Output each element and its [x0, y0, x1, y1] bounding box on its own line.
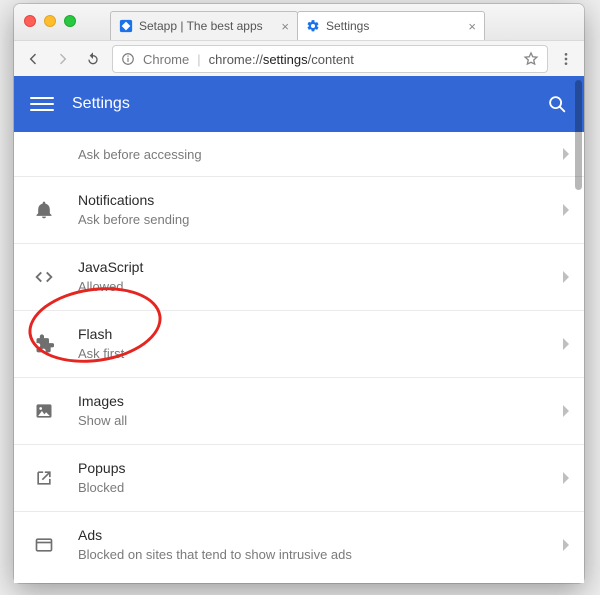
- open-in-new-icon: [32, 468, 56, 488]
- window-icon: [32, 535, 56, 555]
- tab-close-button[interactable]: ×: [468, 20, 476, 33]
- image-icon: [32, 401, 56, 421]
- menu-icon[interactable]: [30, 92, 54, 116]
- reload-button[interactable]: [82, 48, 104, 70]
- browser-menu-button[interactable]: [556, 51, 576, 67]
- window-minimize-button[interactable]: [44, 15, 56, 27]
- chevron-right-icon: [562, 472, 570, 484]
- row-subtitle: Ask before accessing: [78, 147, 202, 163]
- content-row-ads[interactable]: Ads Blocked on sites that tend to show i…: [14, 512, 584, 578]
- row-subtitle: Blocked on sites that tend to show intru…: [78, 547, 352, 563]
- row-title: JavaScript: [78, 259, 143, 277]
- chevron-right-icon: [562, 204, 570, 216]
- tab-title: Setapp | The best apps: [139, 19, 273, 33]
- traffic-lights: [24, 15, 76, 27]
- url-scheme-label: Chrome: [143, 52, 189, 67]
- site-info-icon[interactable]: [121, 52, 135, 66]
- content-row-images[interactable]: Images Show all: [14, 378, 584, 445]
- tab-strip: Setapp | The best apps × Settings ×: [110, 11, 578, 40]
- settings-title: Settings: [72, 95, 130, 113]
- page-content: Settings Ask before accessing: [14, 76, 584, 583]
- browser-toolbar: Chrome | chrome://settings/content: [14, 41, 584, 78]
- browser-tab-setapp[interactable]: Setapp | The best apps ×: [110, 11, 298, 40]
- bell-icon: [32, 200, 56, 220]
- url-text: chrome://settings/content: [209, 52, 354, 67]
- location-icon: [32, 144, 56, 164]
- vertical-scrollbar[interactable]: [575, 80, 582, 190]
- tab-close-button[interactable]: ×: [281, 20, 289, 33]
- chevron-right-icon: [562, 271, 570, 283]
- content-settings-list: Ask before accessing Notifications Ask b…: [14, 132, 584, 578]
- chevron-right-icon: [562, 539, 570, 551]
- window-zoom-button[interactable]: [64, 15, 76, 27]
- forward-button[interactable]: [52, 48, 74, 70]
- content-row-popups[interactable]: Popups Blocked: [14, 445, 584, 512]
- row-title: Popups: [78, 460, 125, 478]
- address-bar[interactable]: Chrome | chrome://settings/content: [112, 45, 548, 73]
- content-row-flash[interactable]: Flash Ask first: [14, 311, 584, 378]
- chevron-right-icon: [562, 148, 570, 160]
- window-close-button[interactable]: [24, 15, 36, 27]
- content-row-javascript[interactable]: JavaScript Allowed: [14, 244, 584, 311]
- row-title: Flash: [78, 326, 124, 344]
- setapp-favicon: [119, 19, 133, 33]
- row-title: Notifications: [78, 192, 189, 210]
- row-subtitle: Show all: [78, 413, 127, 429]
- browser-tab-settings[interactable]: Settings ×: [297, 11, 485, 40]
- settings-header: Settings: [14, 76, 584, 132]
- row-subtitle: Blocked: [78, 480, 125, 496]
- tab-title: Settings: [326, 19, 460, 33]
- back-button[interactable]: [22, 48, 44, 70]
- extension-icon: [32, 334, 56, 354]
- search-icon[interactable]: [546, 93, 568, 115]
- code-icon: [32, 266, 56, 288]
- bookmark-star-icon[interactable]: [523, 51, 539, 67]
- chevron-right-icon: [562, 338, 570, 350]
- row-subtitle: Ask before sending: [78, 212, 189, 228]
- settings-favicon: [306, 19, 320, 33]
- content-row-location[interactable]: Ask before accessing: [14, 132, 584, 177]
- content-row-notifications[interactable]: Notifications Ask before sending: [14, 177, 584, 244]
- chevron-right-icon: [562, 405, 570, 417]
- row-subtitle: Ask first: [78, 346, 124, 362]
- row-title: Ads: [78, 527, 352, 545]
- row-title: Images: [78, 393, 127, 411]
- row-subtitle: Allowed: [78, 279, 143, 295]
- window-titlebar: Setapp | The best apps × Settings ×: [14, 4, 584, 41]
